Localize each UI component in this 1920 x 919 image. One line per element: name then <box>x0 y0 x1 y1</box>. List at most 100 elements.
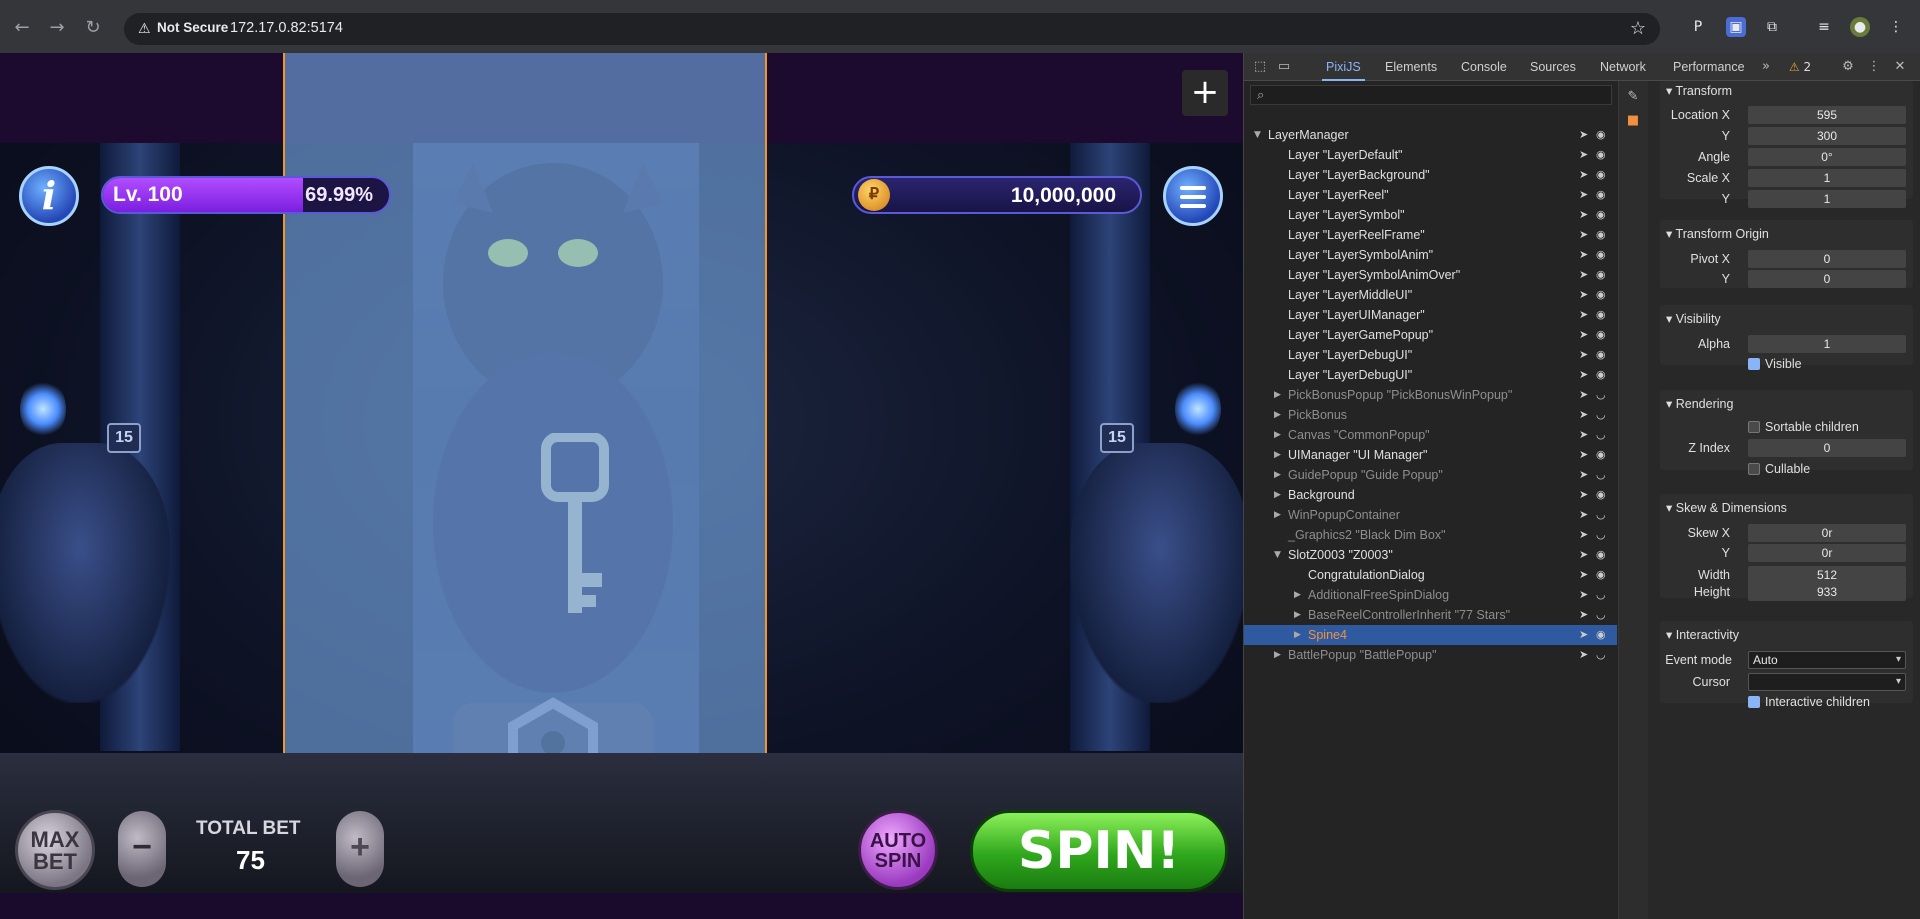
bookmark-star-icon[interactable]: ☆ <box>1630 18 1646 39</box>
tab-performance[interactable]: Performance <box>1669 53 1749 81</box>
pivot-x-field[interactable]: 0 <box>1748 250 1906 268</box>
add-button[interactable]: + <box>1182 70 1228 116</box>
game-canvas[interactable]: 15 15 + i Lv. 100 69.99% ₽ 10,000,000 MA… <box>0 53 1243 919</box>
collapsed-triangle-icon[interactable]: ▶ <box>1274 645 1284 665</box>
select-cursor-icon[interactable]: ➤ <box>1579 465 1588 485</box>
tree-row[interactable]: Layer "LayerDebugUI" ➤ ◉ <box>1244 345 1617 365</box>
height-field[interactable]: 933 <box>1748 583 1906 601</box>
extension-pixi-icon[interactable]: P <box>1688 17 1708 37</box>
select-cursor-icon[interactable]: ➤ <box>1579 265 1588 285</box>
eye-icon[interactable]: ◉ <box>1596 185 1606 205</box>
collapsed-triangle-icon[interactable]: ▶ <box>1274 385 1284 405</box>
tree-row[interactable]: Layer "LayerSymbol" ➤ ◉ <box>1244 205 1617 225</box>
eye-icon[interactable]: ◉ <box>1596 205 1606 225</box>
tree-row[interactable]: Layer "LayerBackground" ➤ ◉ <box>1244 165 1617 185</box>
auto-spin-button[interactable]: AUTO SPIN <box>858 810 938 890</box>
eye-icon[interactable]: ◉ <box>1596 245 1606 265</box>
collapsed-triangle-icon[interactable]: ▶ <box>1274 465 1284 485</box>
select-cursor-icon[interactable]: ➤ <box>1579 505 1588 525</box>
tree-row[interactable]: Layer "LayerReelFrame" ➤ ◉ <box>1244 225 1617 245</box>
select-cursor-icon[interactable]: ➤ <box>1579 125 1588 145</box>
eye-icon[interactable]: ◉ <box>1596 225 1606 245</box>
interactive-children-checkbox[interactable] <box>1748 696 1760 708</box>
tree-row[interactable]: ▼ SlotZ0003 "Z0003" ➤ ◉ <box>1244 545 1617 565</box>
visible-checkbox[interactable] <box>1748 358 1760 370</box>
origin-header[interactable]: ▾ Transform Origin <box>1666 224 1769 244</box>
eye-closed-icon[interactable]: ◡ <box>1596 425 1606 445</box>
tree-row[interactable]: Layer "LayerSymbolAnim" ➤ ◉ <box>1244 245 1617 265</box>
collapsed-triangle-icon[interactable]: ▶ <box>1294 625 1304 645</box>
forward-icon[interactable]: → <box>46 17 68 39</box>
select-cursor-icon[interactable]: ➤ <box>1579 245 1588 265</box>
sortable-children-checkbox[interactable] <box>1748 421 1760 433</box>
tab-sources[interactable]: Sources <box>1526 53 1580 81</box>
collapsed-triangle-icon[interactable]: ▶ <box>1274 505 1284 525</box>
tree-row[interactable]: _Graphics2 "Black Dim Box" ➤ ◡ <box>1244 525 1617 545</box>
tree-row[interactable]: ▶ WinPopupContainer ➤ ◡ <box>1244 505 1617 525</box>
collapsed-triangle-icon[interactable]: ▶ <box>1294 605 1304 625</box>
select-cursor-icon[interactable]: ➤ <box>1579 445 1588 465</box>
coin-balance[interactable]: ₽ 10,000,000 <box>852 176 1142 214</box>
info-button[interactable]: i <box>19 166 79 226</box>
eye-icon[interactable]: ◉ <box>1596 485 1606 505</box>
increase-bet-button[interactable]: + <box>336 811 384 887</box>
tree-row[interactable]: ▶ PickBonusPopup "PickBonusWinPopup" ➤ ◡ <box>1244 385 1617 405</box>
cullable-checkbox[interactable] <box>1748 463 1760 475</box>
tree-row[interactable]: Layer "LayerGamePopup" ➤ ◉ <box>1244 325 1617 345</box>
select-cursor-icon[interactable]: ➤ <box>1579 405 1588 425</box>
tree-row[interactable]: Layer "LayerReel" ➤ ◉ <box>1244 185 1617 205</box>
location-x-field[interactable]: 595 <box>1748 106 1906 124</box>
scale-x-field[interactable]: 1 <box>1748 169 1906 187</box>
eye-icon[interactable]: ◉ <box>1596 285 1606 305</box>
tree-row[interactable]: ▶ AdditionalFreeSpinDialog ➤ ◡ <box>1244 585 1617 605</box>
tree-row[interactable]: Layer "LayerUIManager" ➤ ◉ <box>1244 305 1617 325</box>
skew-header[interactable]: ▾ Skew & Dimensions <box>1666 498 1787 518</box>
decrease-bet-button[interactable]: − <box>118 811 166 887</box>
select-cursor-icon[interactable]: ➤ <box>1579 585 1588 605</box>
tree-row[interactable]: ▶ BaseReelControllerInherit "77 Stars" ➤ ◡ <box>1244 605 1617 625</box>
collapsed-triangle-icon[interactable]: ▶ <box>1274 405 1284 425</box>
select-cursor-icon[interactable]: ➤ <box>1579 145 1588 165</box>
tab-network[interactable]: Network <box>1596 53 1650 81</box>
location-y-field[interactable]: 300 <box>1748 127 1906 145</box>
select-cursor-icon[interactable]: ➤ <box>1579 225 1588 245</box>
tab-elements[interactable]: Elements <box>1381 53 1441 81</box>
select-cursor-icon[interactable]: ➤ <box>1579 185 1588 205</box>
tree-row[interactable]: ▶ UIManager "UI Manager" ➤ ◉ <box>1244 445 1617 465</box>
tree-search-input[interactable]: ⌕ <box>1250 85 1612 105</box>
select-cursor-icon[interactable]: ➤ <box>1579 205 1588 225</box>
tree-row[interactable]: Layer "LayerDebugUI" ➤ ◉ <box>1244 365 1617 385</box>
eye-icon[interactable]: ◉ <box>1596 565 1606 585</box>
security-label[interactable]: Not Secure <box>149 20 236 35</box>
tree-row[interactable]: ▶ BattlePopup "BattlePopup" ➤ ◡ <box>1244 645 1617 665</box>
menu-button[interactable] <box>1163 166 1223 226</box>
rendering-header[interactable]: ▾ Rendering <box>1666 394 1733 414</box>
collapsed-triangle-icon[interactable]: ▶ <box>1274 425 1284 445</box>
tree-row[interactable]: ▶ GuidePopup "Guide Popup" ➤ ◡ <box>1244 465 1617 485</box>
active-tab[interactable] <box>0 0 1920 8</box>
eye-closed-icon[interactable]: ◡ <box>1596 385 1606 405</box>
tree-row[interactable]: Layer "LayerDefault" ➤ ◉ <box>1244 145 1617 165</box>
tree-row[interactable]: ▶ Spine4 ➤ ◉ <box>1244 625 1617 645</box>
skew-x-field[interactable]: 0r <box>1748 524 1906 542</box>
select-cursor-icon[interactable]: ➤ <box>1579 605 1588 625</box>
tree-row[interactable]: ▶ Canvas "CommonPopup" ➤ ◡ <box>1244 425 1617 445</box>
width-field[interactable]: 512 <box>1748 566 1906 584</box>
select-cursor-icon[interactable]: ➤ <box>1579 625 1588 645</box>
tree-row[interactable]: ▼ LayerManager ➤ ◉ <box>1244 125 1617 145</box>
spin-button[interactable]: SPIN! <box>970 810 1228 892</box>
interactivity-header[interactable]: ▾ Interactivity <box>1666 625 1739 645</box>
tab-console[interactable]: Console <box>1457 53 1511 81</box>
eye-closed-icon[interactable]: ◡ <box>1596 525 1606 545</box>
settings-gear-icon[interactable]: ⚙ <box>1838 57 1858 77</box>
eye-icon[interactable]: ◉ <box>1596 325 1606 345</box>
visibility-header[interactable]: ▾ Visibility <box>1666 309 1721 329</box>
select-cursor-icon[interactable]: ➤ <box>1579 385 1588 405</box>
eye-icon[interactable]: ◉ <box>1596 445 1606 465</box>
tree-row[interactable]: ▶ PickBonus ➤ ◡ <box>1244 405 1617 425</box>
select-cursor-icon[interactable]: ➤ <box>1579 525 1588 545</box>
select-cursor-icon[interactable]: ➤ <box>1579 345 1588 365</box>
select-cursor-icon[interactable]: ➤ <box>1579 545 1588 565</box>
tree-row[interactable]: CongratulationDialog ➤ ◉ <box>1244 565 1617 585</box>
eye-icon[interactable]: ◉ <box>1596 625 1606 645</box>
